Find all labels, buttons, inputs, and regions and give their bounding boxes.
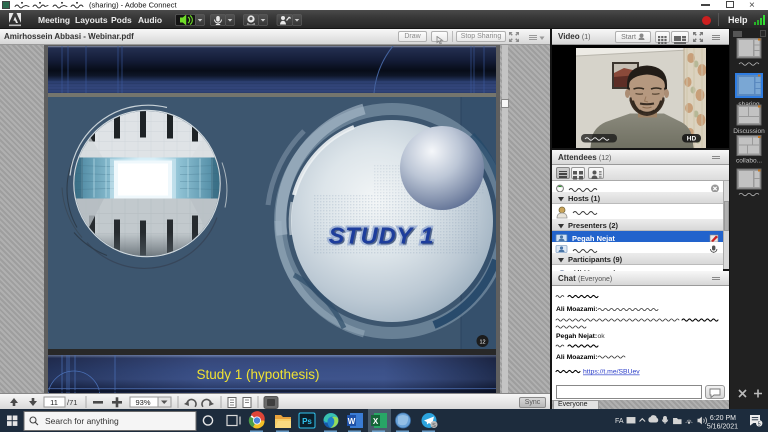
svg-text:Search for anything: Search for anything [45,416,119,426]
svg-text:Ps: Ps [302,417,312,426]
svg-text:https://t.me/SBUev: https://t.me/SBUev [583,369,640,376]
svg-text:Pegah Nejat:: Pegah Nejat: [556,333,597,340]
svg-text:X: X [373,417,379,426]
svg-text:Ali Moazami:: Ali Moazami: [556,354,598,361]
svg-text:FA: FA [615,418,624,425]
svg-text:6:20 PM: 6:20 PM [710,415,736,422]
svg-text:Discussion: Discussion [733,128,765,135]
svg-text:12: 12 [479,340,485,346]
svg-text:STUDY 1: STUDY 1 [329,223,435,249]
svg-text:/71: /71 [67,398,77,407]
svg-text:HD: HD [687,136,697,143]
svg-text:Ali Moazami:: Ali Moazami: [556,306,598,313]
svg-text:Study 1 (hypothesis): Study 1 (hypothesis) [196,367,319,382]
svg-text:ok: ok [598,333,606,340]
svg-text:collabo...: collabo... [736,158,762,165]
svg-text:5/16/2021: 5/16/2021 [707,424,738,431]
svg-text:(sharing) - Adobe Connect: (sharing) - Adobe Connect [89,1,177,9]
svg-text:93%: 93% [135,398,150,407]
svg-text:11: 11 [50,398,58,407]
svg-text:W: W [348,417,356,426]
svg-text:S: S [432,423,436,429]
svg-text:5: 5 [758,422,761,428]
